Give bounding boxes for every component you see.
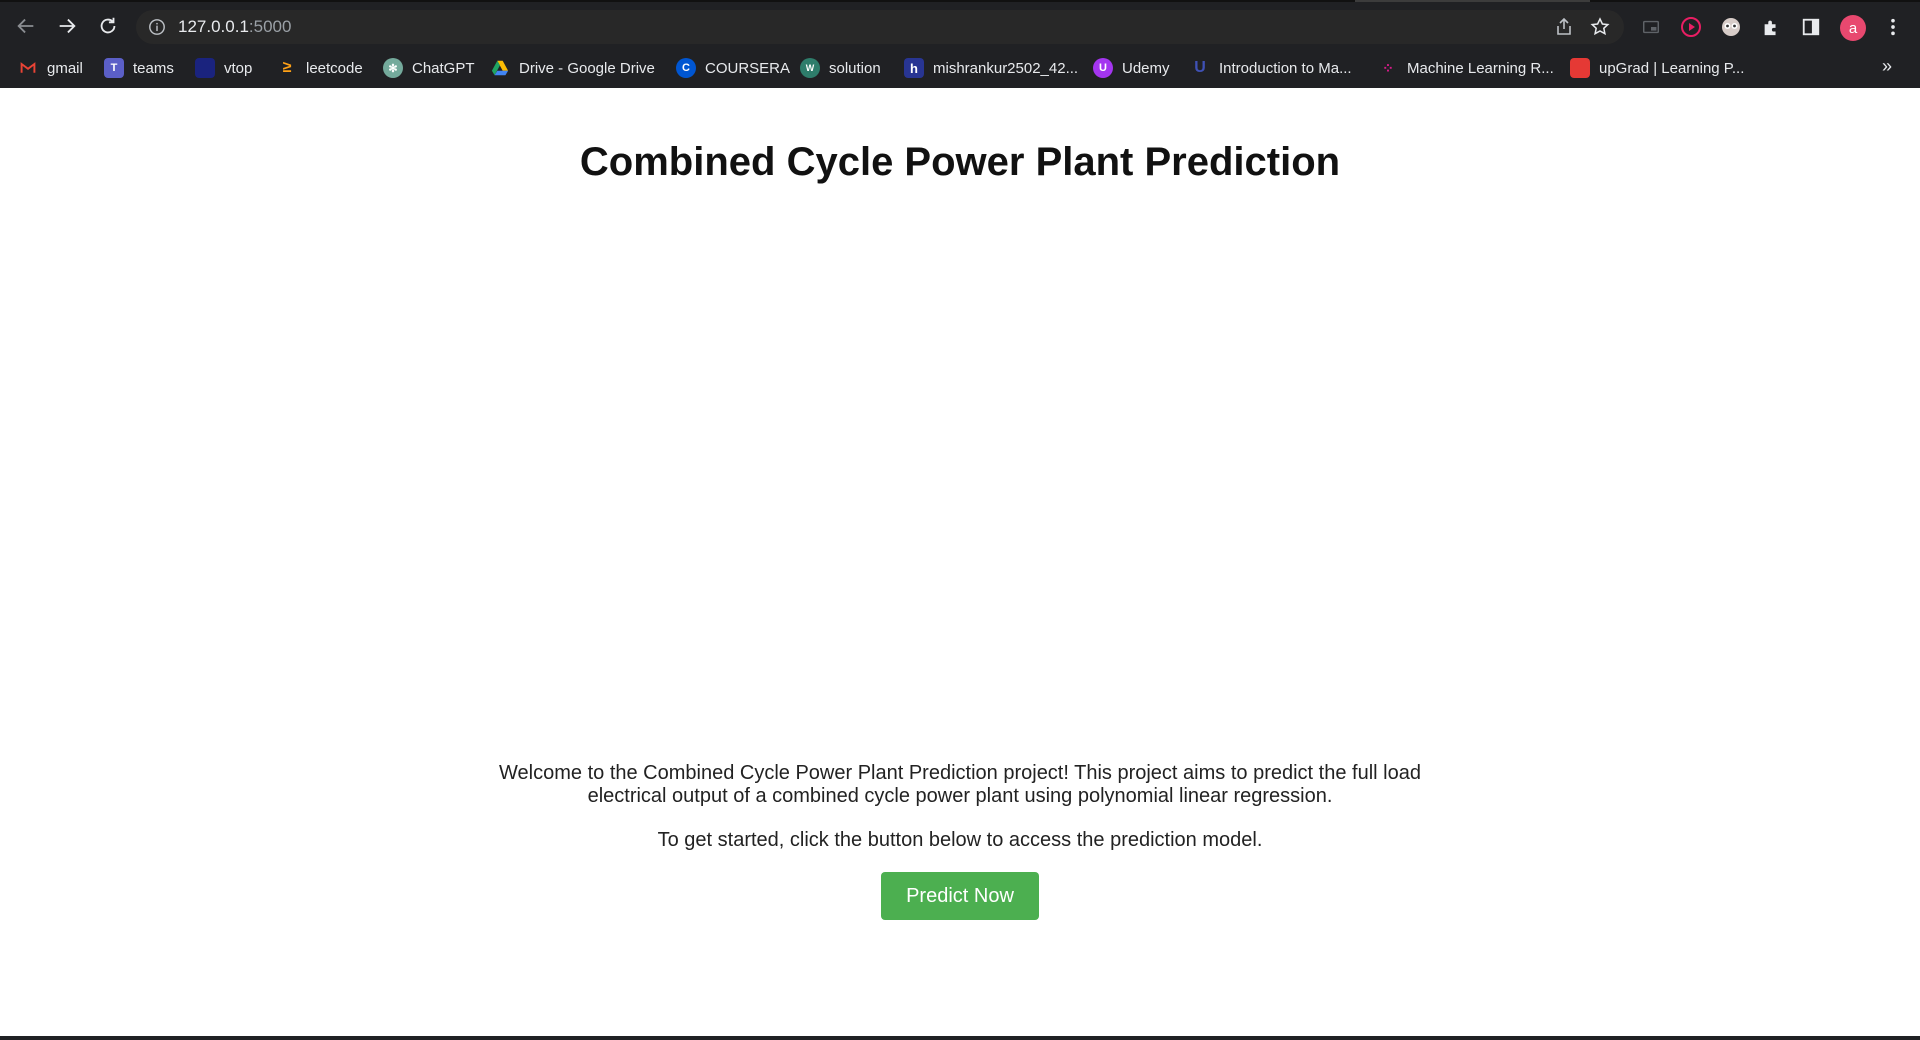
video-extension-icon[interactable] (1680, 16, 1702, 38)
bookmark-label: solution (829, 59, 881, 77)
bookmark-coursera[interactable]: C COURSERA (676, 56, 790, 80)
bookmark-udemy[interactable]: U Udemy (1093, 56, 1170, 80)
window-bottom-edge (0, 1036, 1920, 1040)
hackerrank-icon: h (904, 58, 924, 78)
address-bar[interactable]: 127.0.0.1:5000 (136, 10, 1624, 44)
drive-icon (490, 58, 510, 78)
puzzle-extensions-icon[interactable] (1760, 16, 1782, 38)
ml-icon: ⁘ (1382, 59, 1394, 76)
vtop-icon (195, 58, 215, 78)
page-title: Combined Cycle Power Plant Prediction (579, 140, 1341, 184)
reload-icon (100, 17, 116, 34)
bookmark-udacity[interactable]: U Introduction to Ma... (1190, 56, 1352, 80)
kebab-menu-icon[interactable] (1882, 16, 1904, 38)
solution-icon: W (800, 58, 820, 78)
bookmark-label: Drive - Google Drive (519, 59, 655, 77)
teams-icon: T (104, 58, 124, 78)
upgrad-icon (1570, 58, 1590, 78)
bookmark-star-icon[interactable] (1590, 17, 1610, 37)
bookmark-machine-learning[interactable]: ⁘ Machine Learning R... (1378, 56, 1554, 80)
url-host: 127.0.0.1 (178, 17, 249, 36)
profile-avatar[interactable]: a (1840, 15, 1866, 41)
bookmark-label: teams (133, 59, 174, 77)
arrow-right-icon (59, 18, 76, 34)
browser-toolbar: 127.0.0.1:5000 a (0, 4, 1920, 48)
leetcode-icon: ≥ (282, 59, 292, 76)
bookmark-hackerrank[interactable]: h mishrankur2502_42... (904, 56, 1078, 80)
bookmark-leetcode[interactable]: ≥ leetcode (277, 56, 363, 80)
bookmark-label: Machine Learning R... (1407, 59, 1554, 77)
bookmark-upgrad[interactable]: upGrad | Learning P... (1570, 56, 1744, 80)
back-button[interactable] (10, 10, 42, 42)
udemy-icon: U (1093, 58, 1113, 78)
bookmark-label: vtop (224, 59, 253, 77)
bookmark-label: ChatGPT (412, 59, 475, 77)
url-port: :5000 (248, 17, 292, 36)
arrow-left-icon (17, 18, 34, 34)
cta-text: To get started, click the button below t… (657, 829, 1263, 851)
bookmark-teams[interactable]: T teams (104, 56, 174, 80)
forward-button[interactable] (51, 10, 83, 42)
page-content: Combined Cycle Power Plant Prediction We… (0, 88, 1920, 1036)
intro-paragraph: Welcome to the Combined Cycle Power Plan… (499, 762, 1421, 807)
bookmark-gmail[interactable]: gmail (18, 56, 83, 80)
tab-strip (0, 0, 1920, 2)
bookmark-label: Introduction to Ma... (1219, 59, 1352, 77)
bookmark-label: COURSERA (705, 59, 791, 77)
url-text[interactable]: 127.0.0.1:5000 (178, 17, 291, 37)
owl-extension-icon[interactable] (1720, 16, 1742, 38)
coursera-icon: C (676, 58, 696, 78)
bookmarks-bar: gmail T teams vtop ≥ leetcode ✻ ChatGPT … (0, 52, 1920, 84)
browser-chrome: 127.0.0.1:5000 a gmail T teams vtop ≥ le… (0, 0, 1920, 88)
site-info-icon[interactable] (148, 18, 166, 36)
bookmark-solution[interactable]: W solution (800, 56, 881, 80)
chatgpt-icon: ✻ (383, 58, 403, 78)
udacity-icon: U (1194, 59, 1206, 76)
bookmark-drive[interactable]: Drive - Google Drive (490, 56, 655, 80)
side-panel-icon[interactable] (1800, 16, 1822, 38)
cast-icon[interactable] (1640, 16, 1662, 38)
bookmark-label: mishrankur2502_42... (933, 59, 1079, 77)
bookmark-label: gmail (47, 59, 83, 77)
more-bookmarks-button[interactable]: » (1882, 56, 1892, 77)
gmail-icon (18, 58, 38, 78)
reload-button[interactable] (92, 10, 124, 42)
bookmark-vtop[interactable]: vtop (195, 56, 252, 80)
bookmark-chatgpt[interactable]: ✻ ChatGPT (383, 56, 475, 80)
bookmark-label: upGrad | Learning P... (1599, 59, 1745, 77)
bookmark-label: Udemy (1122, 59, 1170, 77)
bookmark-label: leetcode (306, 59, 363, 77)
predict-now-button[interactable]: Predict Now (881, 872, 1039, 920)
share-icon[interactable] (1554, 17, 1574, 37)
